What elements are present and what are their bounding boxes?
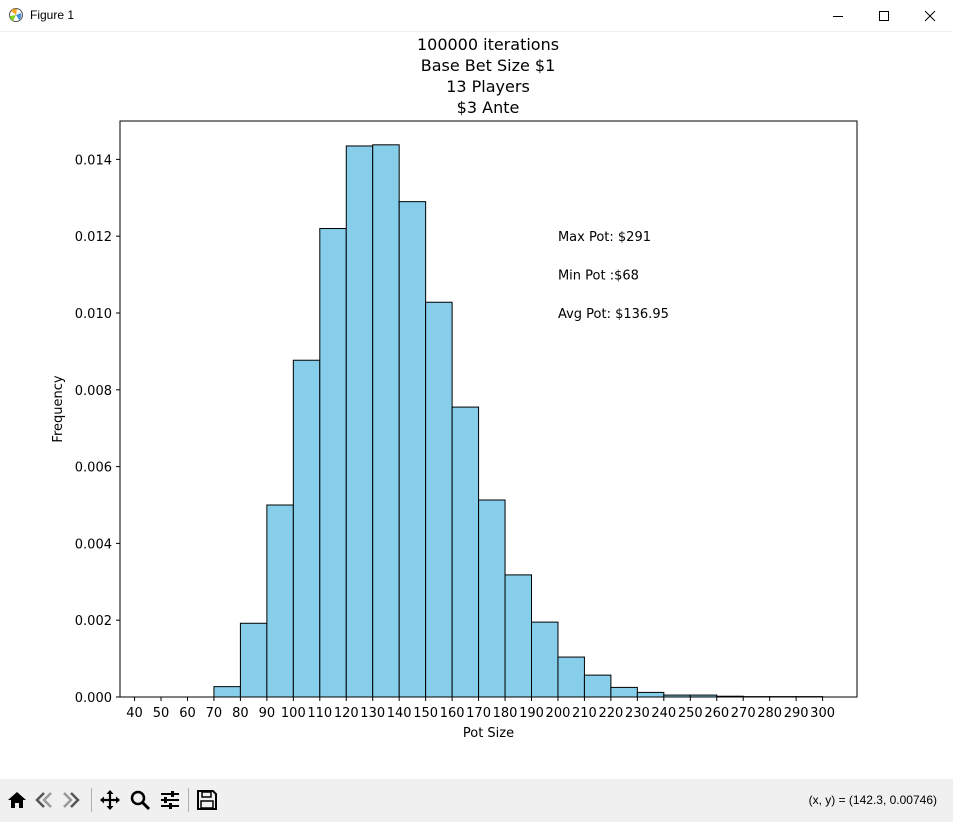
home-button[interactable] — [4, 787, 30, 813]
histogram-bar — [319, 228, 347, 698]
histogram-bar — [451, 406, 480, 698]
x-tick-label: 170 — [466, 706, 491, 721]
figure-canvas[interactable]: 100000 iterations Base Bet Size $1 13 Play… — [0, 31, 953, 779]
x-tick-label: 90 — [259, 706, 276, 721]
forward-icon — [63, 792, 80, 808]
histogram-bar — [425, 301, 453, 698]
close-icon — [924, 10, 936, 21]
x-tick-label: 50 — [153, 706, 170, 721]
y-axis-label: Frequency — [51, 375, 66, 442]
toolbar-separator — [188, 788, 189, 812]
x-tick-label: 100 — [281, 706, 306, 721]
chart-title-line: 100000 iterations — [417, 35, 559, 54]
y-tick-label: 0.006 — [75, 461, 112, 476]
x-tick-label: 300 — [810, 706, 835, 721]
x-tick-label: 40 — [126, 706, 143, 721]
x-tick-label: 80 — [232, 706, 249, 721]
stats-annotation: Min Pot :$68 — [558, 269, 639, 284]
close-button[interactable] — [907, 0, 953, 31]
histogram-bar — [583, 674, 612, 698]
configure-subplots-button[interactable] — [157, 787, 183, 813]
histogram-bar — [610, 686, 638, 698]
histogram-chart: 100000 iterations Base Bet Size $1 13 Play… — [51, 35, 858, 741]
x-tick-label: 200 — [546, 706, 571, 721]
zoom-icon — [130, 790, 151, 811]
x-tick-label: 120 — [334, 706, 359, 721]
chart-title-line: Base Bet Size $1 — [421, 56, 556, 75]
configure-icon — [161, 791, 179, 809]
histogram-bar — [266, 504, 294, 698]
y-tick-label: 0.010 — [75, 307, 112, 322]
y-tick-label: 0.004 — [75, 537, 112, 552]
x-tick-label: 110 — [307, 706, 332, 721]
x-tick-label: 230 — [625, 706, 650, 721]
histogram-bar — [531, 621, 559, 698]
x-tick-label: 150 — [413, 706, 438, 721]
x-axis-label: Pot Size — [463, 726, 514, 741]
pan-icon — [100, 790, 120, 810]
navigation-toolbar: (x, y) = (142.3, 0.00746) — [0, 779, 953, 822]
histogram-bar — [478, 499, 506, 698]
histogram-bar — [398, 201, 427, 698]
matplotlib-icon — [9, 8, 23, 22]
y-tick-label: 0.002 — [75, 614, 112, 629]
x-tick-label: 210 — [572, 706, 597, 721]
forward-button[interactable] — [58, 787, 84, 813]
stats-annotation: Avg Pot: $136.95 — [558, 307, 669, 322]
histogram-bar — [636, 691, 665, 698]
pan-button[interactable] — [97, 787, 123, 813]
save-icon — [197, 790, 217, 810]
chart-title-line: 13 Players — [446, 77, 530, 96]
x-tick-label: 180 — [493, 706, 518, 721]
cursor-coordinates: (x, y) = (142.3, 0.00746) — [808, 793, 937, 807]
y-tick-label: 0.014 — [75, 153, 112, 168]
save-button[interactable] — [194, 787, 220, 813]
x-tick-label: 160 — [440, 706, 465, 721]
toolbar-separator — [91, 788, 92, 812]
histogram-bar — [372, 144, 400, 698]
y-tick-label: 0.000 — [75, 691, 112, 706]
histogram-bar — [345, 145, 374, 698]
home-icon — [8, 792, 26, 808]
histogram-bar — [292, 359, 321, 698]
back-icon — [35, 792, 52, 808]
x-tick-label: 240 — [651, 706, 676, 721]
chart-title-line: $3 Ante — [457, 98, 520, 117]
x-tick-label: 140 — [387, 706, 412, 721]
x-tick-label: 70 — [206, 706, 223, 721]
maximize-icon — [879, 10, 889, 21]
y-tick-label: 0.008 — [75, 384, 112, 399]
x-tick-label: 130 — [360, 706, 385, 721]
zoom-button[interactable] — [127, 787, 153, 813]
x-tick-label: 280 — [757, 706, 782, 721]
window-titlebar: Figure 1 — [0, 0, 953, 32]
x-tick-label: 60 — [179, 706, 196, 721]
x-tick-label: 220 — [598, 706, 623, 721]
x-tick-label: 260 — [704, 706, 729, 721]
maximize-button[interactable] — [861, 0, 907, 31]
x-tick-label: 190 — [519, 706, 544, 721]
back-button[interactable] — [31, 787, 57, 813]
histogram-bar — [239, 622, 268, 698]
x-tick-label: 250 — [678, 706, 703, 721]
y-tick-label: 0.012 — [75, 230, 112, 245]
window-title: Figure 1 — [30, 8, 75, 22]
x-tick-label: 270 — [731, 706, 756, 721]
x-tick-label: 290 — [784, 706, 809, 721]
minimize-button[interactable] — [815, 0, 861, 31]
minimize-icon — [833, 15, 843, 17]
histogram-bar — [213, 686, 241, 698]
stats-annotation: Max Pot: $291 — [558, 230, 651, 245]
histogram-bar — [504, 574, 533, 698]
histogram-bar — [557, 656, 585, 698]
